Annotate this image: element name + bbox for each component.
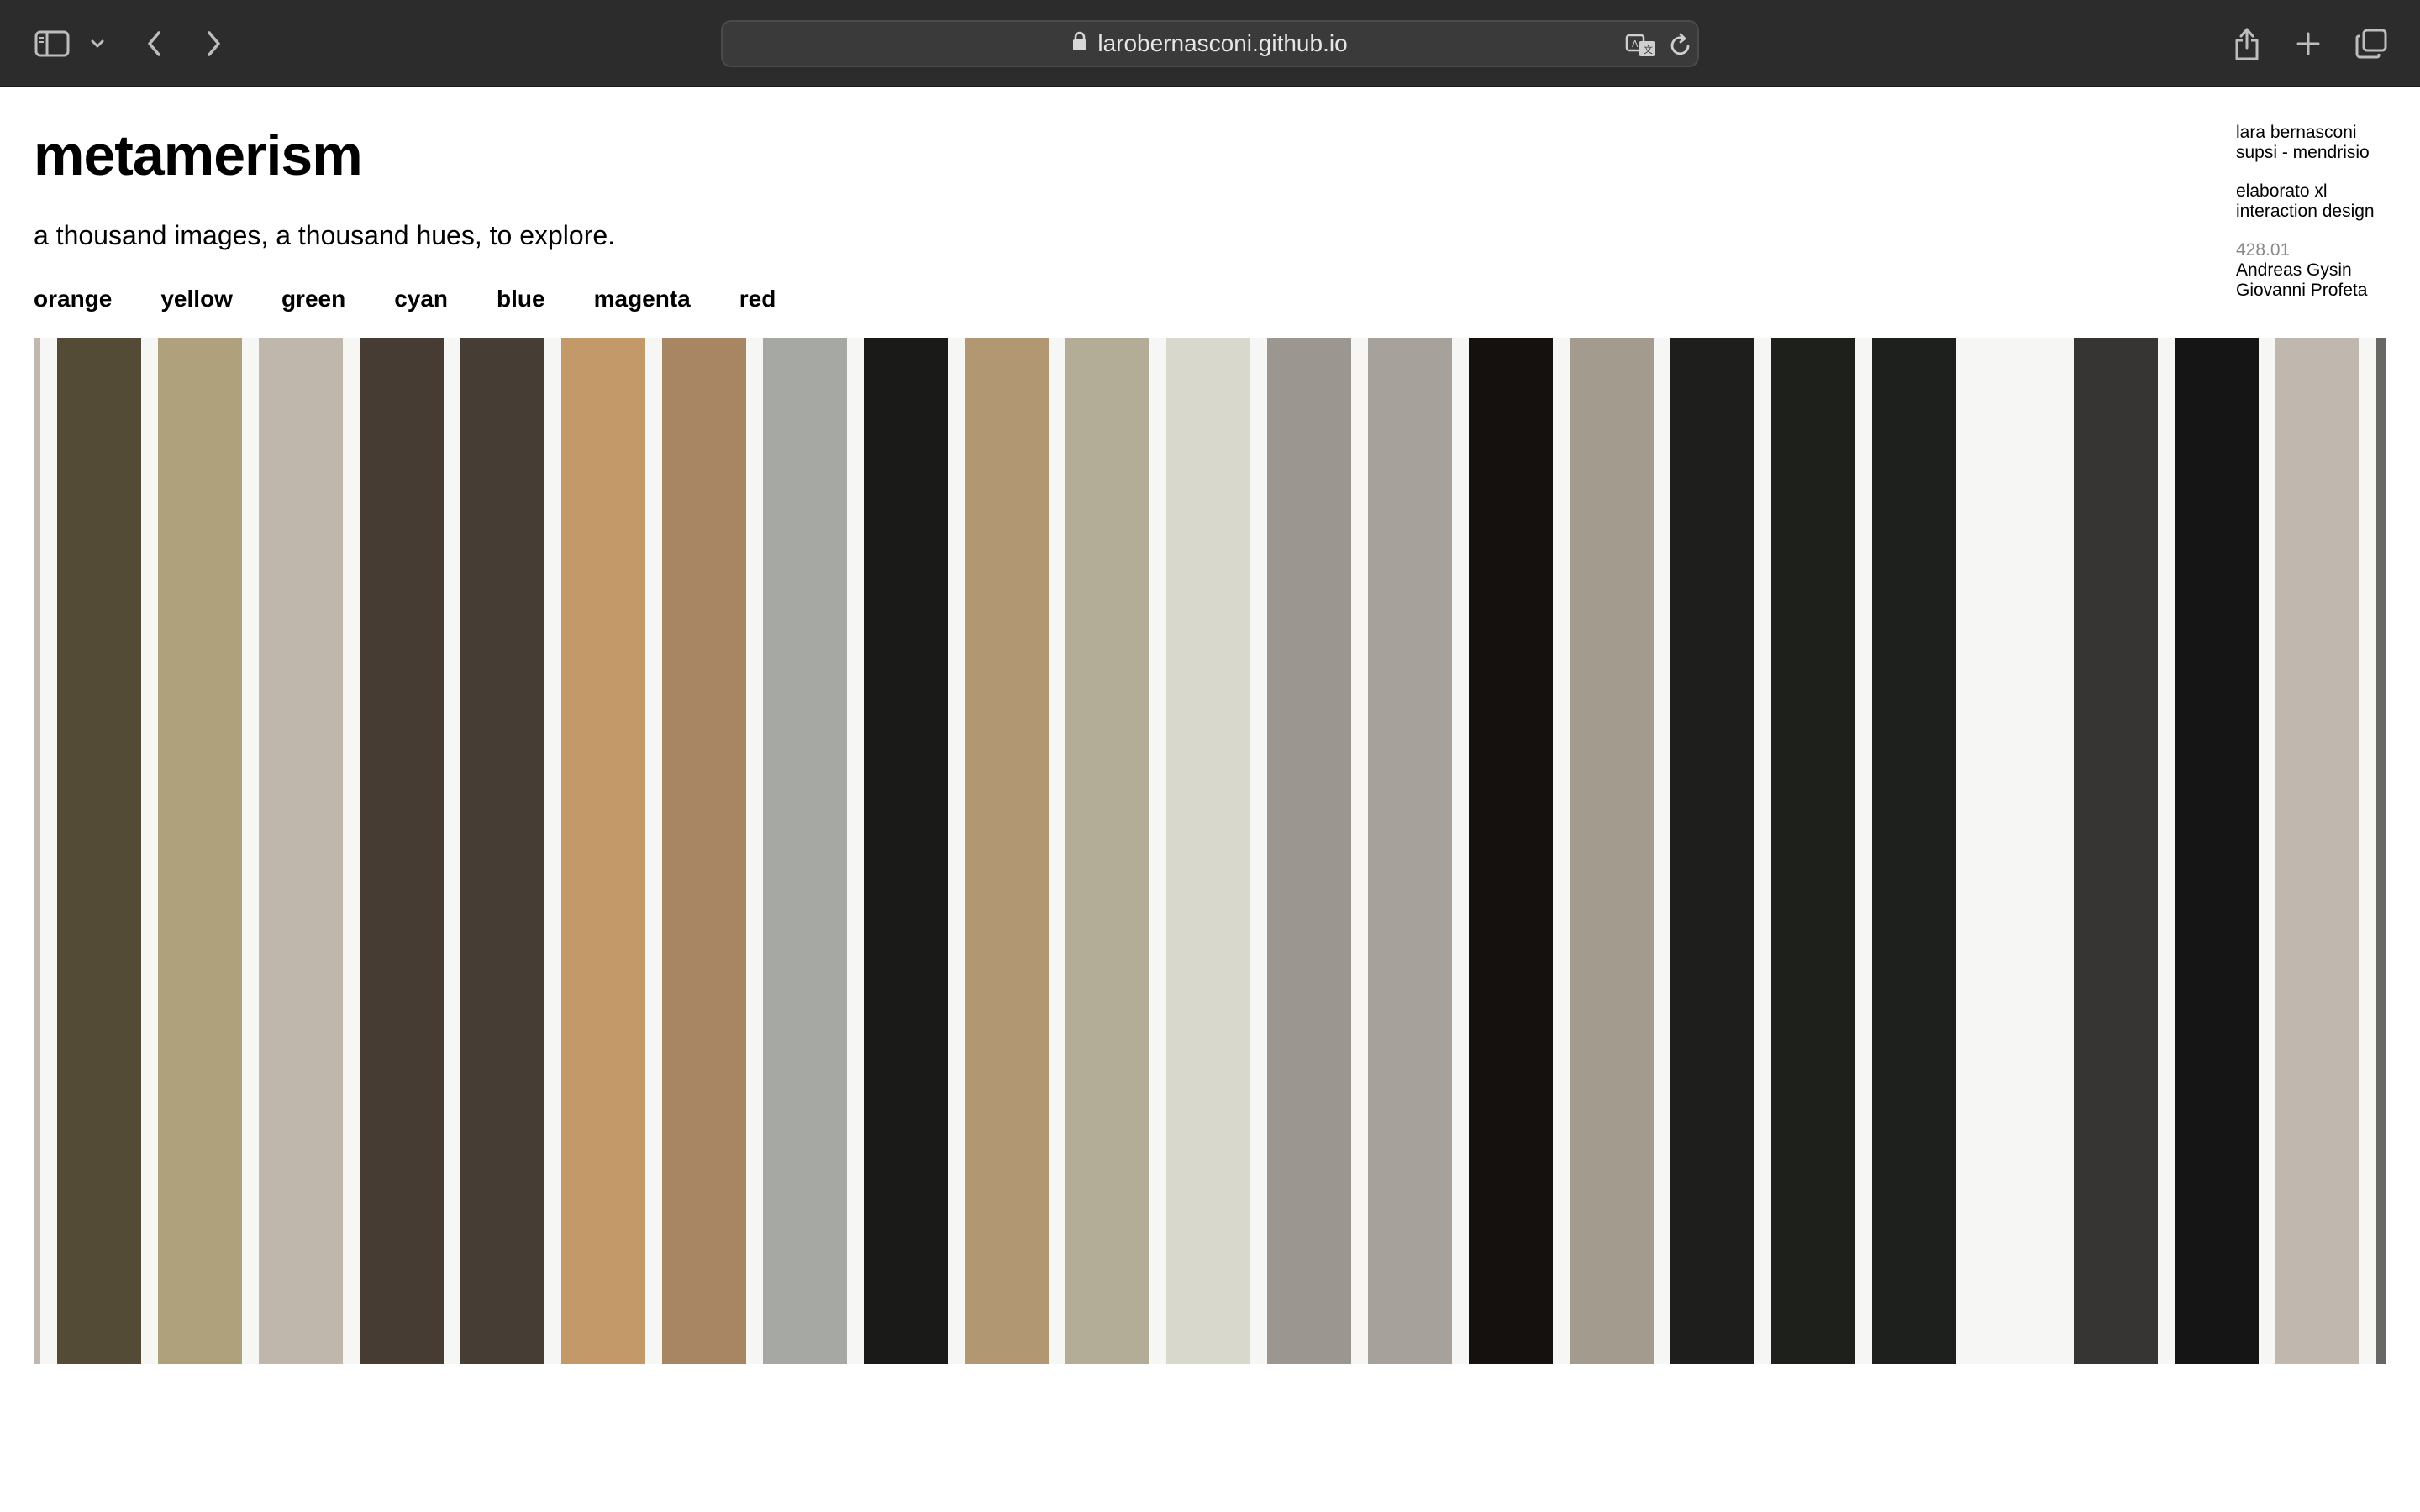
color-stripe[interactable] [1670,338,1754,1364]
translate-icon[interactable]: A 文 [1625,30,1659,60]
color-stripe[interactable] [1267,338,1351,1364]
color-stripe[interactable] [1469,338,1553,1364]
color-stripe[interactable] [1570,338,1654,1364]
color-stripe[interactable] [1065,338,1150,1364]
address-bar[interactable]: larobernasconi.github.io A 文 [721,20,1699,67]
filter-blue[interactable]: blue [497,286,545,312]
share-icon[interactable] [2232,18,2262,69]
color-stripe[interactable] [2275,338,2360,1364]
color-stripe[interactable] [2175,338,2259,1364]
svg-text:A: A [1632,39,1639,50]
color-stripe[interactable] [965,338,1049,1364]
browser-toolbar: larobernasconi.github.io A 文 [0,0,2420,87]
author-name: lara bernasconi [2236,123,2357,142]
filter-magenta[interactable]: magenta [594,286,691,312]
color-stripe[interactable] [158,338,242,1364]
sidebar-icon[interactable] [32,18,72,69]
color-stripe[interactable] [1166,338,1250,1364]
color-stripe[interactable] [259,338,343,1364]
url-text: larobernasconi.github.io [1097,30,1348,56]
filter-orange[interactable]: orange [34,286,112,312]
page-content: metamerism a thousand images, a thousand… [0,87,2420,1512]
course-number: 428.01 [2236,240,2291,260]
color-stripe[interactable] [360,338,444,1364]
discipline: interaction design [2236,202,2375,221]
plus-icon[interactable] [2294,18,2323,69]
project-type: elaborato xl [2236,181,2328,201]
color-stripe[interactable] [1872,338,1956,1364]
filter-red[interactable]: red [739,286,776,312]
filter-yellow[interactable]: yellow [160,286,233,312]
credits: lara bernasconi supsi - mendrisio elabor… [2236,123,2375,319]
color-stripe[interactable] [2074,338,2158,1364]
color-stripe[interactable] [57,338,141,1364]
color-stripe[interactable] [2376,338,2386,1364]
color-stripe[interactable] [460,338,544,1364]
chevron-down-icon[interactable] [87,18,108,69]
filter-cyan[interactable]: cyan [394,286,448,312]
svg-text:文: 文 [1644,44,1653,55]
tab-overview-icon[interactable] [2354,18,2388,69]
teacher-name: Andreas Gysin [2236,260,2352,280]
hue-filter-nav: orange yellow green cyan blue magenta re… [34,286,776,312]
color-stripe[interactable] [1368,338,1452,1364]
color-stripe[interactable] [662,338,746,1364]
chevron-right-icon[interactable] [200,18,227,69]
teacher-name: Giovanni Profeta [2236,281,2368,300]
color-stripe[interactable] [864,338,948,1364]
page-title: metamerism [34,123,363,187]
reload-icon[interactable] [1669,30,1692,60]
lock-icon [1072,30,1087,57]
color-stripe[interactable] [763,338,847,1364]
color-stripes [34,338,2386,1364]
color-stripe[interactable] [34,338,40,1364]
color-stripe[interactable] [1973,338,2057,1364]
filter-green[interactable]: green [281,286,345,312]
school-name: supsi - mendrisio [2236,143,2370,162]
chevron-left-icon[interactable] [141,18,168,69]
color-stripe[interactable] [561,338,645,1364]
page-subtitle: a thousand images, a thousand hues, to e… [34,220,616,250]
color-stripe[interactable] [1771,338,1855,1364]
